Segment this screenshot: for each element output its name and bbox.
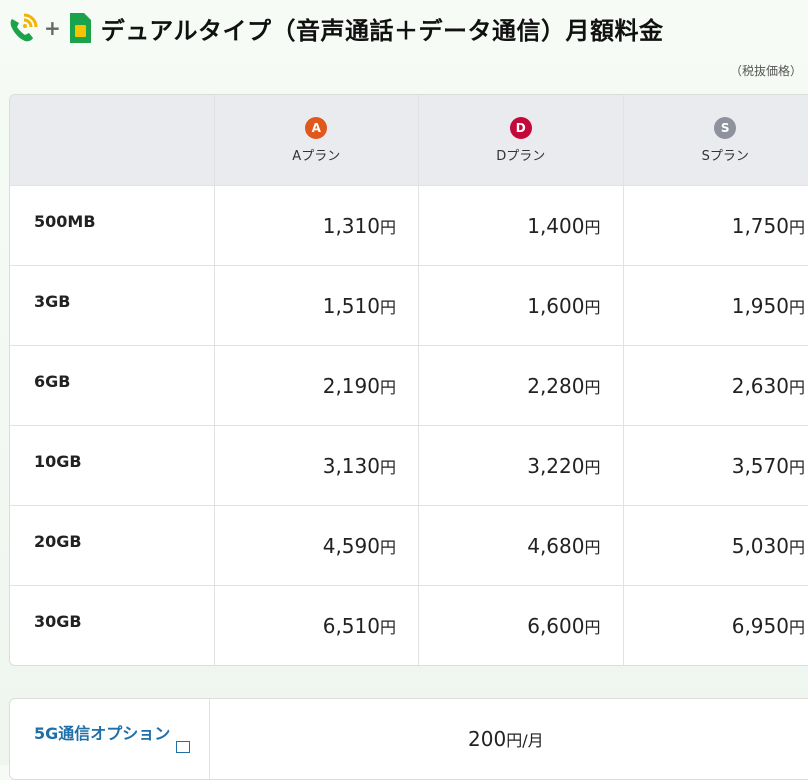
plan-a-badge-icon: A bbox=[305, 117, 327, 139]
price-cell: 2,190円 bbox=[215, 346, 420, 426]
table-row: 500MB 1,310円 1,400円 1,750円 bbox=[10, 186, 808, 266]
data-size-cell: 500MB bbox=[10, 186, 215, 266]
plan-s-badge-icon: S bbox=[714, 117, 736, 139]
plan-d-label: Dプラン bbox=[496, 145, 545, 164]
price-table: A Aプラン D Dプラン S Sプラン 500MB 1,310円 1, bbox=[9, 94, 808, 666]
data-size-cell: 10GB bbox=[10, 426, 215, 506]
sim-card-icon bbox=[67, 11, 93, 45]
phone-wifi-icon bbox=[6, 11, 40, 45]
plan-s-label: Sプラン bbox=[702, 145, 749, 164]
plan-header-s: S Sプラン bbox=[624, 95, 808, 186]
price-cell: 1,400円 bbox=[419, 186, 624, 266]
data-size-cell: 3GB bbox=[10, 266, 215, 346]
option-price-cell: 200円/月 bbox=[210, 699, 808, 779]
plus-sign: + bbox=[44, 16, 61, 40]
page-header: + デュアルタイプ（音声通話＋データ通信）月額料金 bbox=[6, 10, 664, 46]
price-cell: 6,950円 bbox=[624, 586, 808, 665]
plan-header-d: D Dプラン bbox=[419, 95, 624, 186]
price-cell: 1,750円 bbox=[624, 186, 808, 266]
price-cell: 1,510円 bbox=[215, 266, 420, 346]
table-header-row: A Aプラン D Dプラン S Sプラン bbox=[10, 95, 808, 186]
table-row: 20GB 4,590円 4,680円 5,030円 bbox=[10, 506, 808, 586]
price-cell: 3,130円 bbox=[215, 426, 420, 506]
price-cell: 1,600円 bbox=[419, 266, 624, 346]
price-cell: 3,220円 bbox=[419, 426, 624, 506]
option-price: 200 bbox=[468, 727, 506, 751]
price-cell: 4,590円 bbox=[215, 506, 420, 586]
table-row: 3GB 1,510円 1,600円 1,950円 bbox=[10, 266, 808, 346]
data-size-cell: 20GB bbox=[10, 506, 215, 586]
data-size-cell: 30GB bbox=[10, 586, 215, 665]
price-cell: 4,680円 bbox=[419, 506, 624, 586]
price-cell: 2,280円 bbox=[419, 346, 624, 426]
price-cell: 1,950円 bbox=[624, 266, 808, 346]
price-cell: 6,510円 bbox=[215, 586, 420, 665]
header-empty-cell bbox=[10, 95, 215, 186]
tax-note: （税抜価格） bbox=[730, 62, 802, 79]
price-cell: 6,600円 bbox=[419, 586, 624, 665]
table-row: 6GB 2,190円 2,280円 2,630円 bbox=[10, 346, 808, 426]
price-cell: 1,310円 bbox=[215, 186, 420, 266]
price-cell: 5,030円 bbox=[624, 506, 808, 586]
option-table: 5G通信オプション 200円/月 bbox=[9, 698, 808, 780]
5g-option-link[interactable]: 5G通信オプション bbox=[34, 721, 174, 747]
table-row: 30GB 6,510円 6,600円 6,950円 bbox=[10, 586, 808, 665]
option-label-cell: 5G通信オプション bbox=[10, 699, 210, 779]
table-row: 10GB 3,130円 3,220円 3,570円 bbox=[10, 426, 808, 506]
data-size-cell: 6GB bbox=[10, 346, 215, 426]
page-title: デュアルタイプ（音声通話＋データ通信）月額料金 bbox=[101, 11, 664, 46]
plan-a-label: Aプラン bbox=[292, 145, 340, 164]
plan-header-a: A Aプラン bbox=[215, 95, 420, 186]
plan-d-badge-icon: D bbox=[510, 117, 532, 139]
external-link-icon[interactable] bbox=[176, 741, 190, 753]
price-cell: 3,570円 bbox=[624, 426, 808, 506]
price-cell: 2,630円 bbox=[624, 346, 808, 426]
